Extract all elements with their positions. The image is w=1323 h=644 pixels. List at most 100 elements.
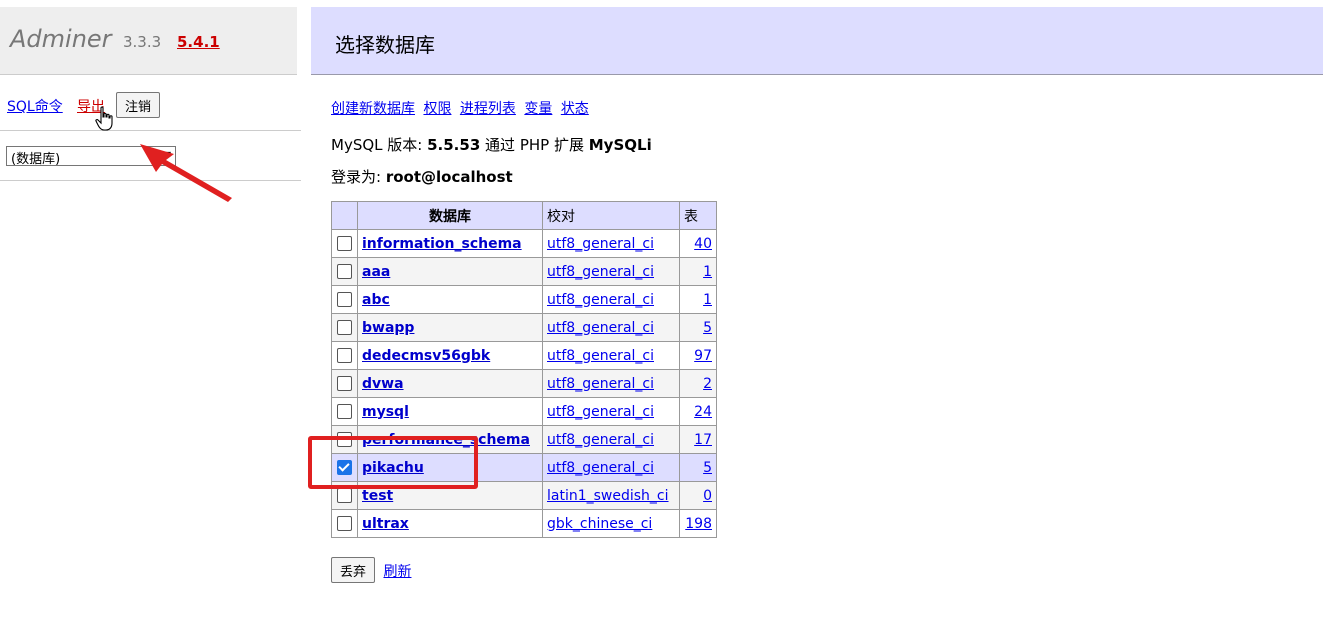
database-link[interactable]: aaa <box>362 264 390 280</box>
database-name-cell: information_schema <box>357 229 543 258</box>
row-checkbox[interactable] <box>337 264 352 279</box>
new-version-link[interactable]: 5.4.1 <box>177 33 220 51</box>
table-row: dedecmsv56gbk utf8_general_ci 97 <box>331 341 717 370</box>
database-link[interactable]: dedecmsv56gbk <box>362 348 490 364</box>
table-count-cell: 198 <box>679 509 717 538</box>
privileges-link[interactable]: 权限 <box>423 101 451 117</box>
collation-link[interactable]: utf8_general_ci <box>547 320 654 336</box>
collation-link[interactable]: utf8_general_ci <box>547 236 654 252</box>
row-checkbox[interactable] <box>337 488 352 503</box>
collation-cell: utf8_general_ci <box>542 453 680 482</box>
process-list-link[interactable]: 进程列表 <box>460 101 516 117</box>
main-content: 创建新数据库 权限 进程列表 变量 状态 MySQL 版本: 5.5.53 通过… <box>331 98 652 186</box>
login-user: root@localhost <box>385 168 513 186</box>
drop-button[interactable]: 丢弃 <box>331 557 376 583</box>
row-checkbox[interactable] <box>337 236 352 251</box>
database-name-cell: mysql <box>357 397 543 426</box>
page-header: 选择数据库 <box>311 7 1323 75</box>
table-count-link[interactable]: 5 <box>703 460 712 476</box>
select-all-header <box>331 201 358 230</box>
collation-link[interactable]: utf8_general_ci <box>547 348 654 364</box>
row-checkbox-cell <box>331 285 358 314</box>
table-count-link[interactable]: 17 <box>694 432 712 448</box>
database-name-cell: ultrax <box>357 509 543 538</box>
collation-cell: utf8_general_ci <box>542 257 680 286</box>
table-count-link[interactable]: 97 <box>694 348 712 364</box>
collation-cell: latin1_swedish_ci <box>542 481 680 510</box>
collation-link[interactable]: utf8_general_ci <box>547 264 654 280</box>
collation-cell: utf8_general_ci <box>542 313 680 342</box>
app-version: 3.3.3 <box>123 33 162 51</box>
table-row: bwapp utf8_general_ci 5 <box>331 313 717 342</box>
highlight-box <box>308 436 478 489</box>
database-name-cell: abc <box>357 285 543 314</box>
database-link[interactable]: mysql <box>362 404 409 420</box>
collation-link[interactable]: utf8_general_ci <box>547 432 654 448</box>
collation-cell: utf8_general_ci <box>542 397 680 426</box>
status-link[interactable]: 状态 <box>561 101 589 117</box>
row-checkbox-cell <box>331 397 358 426</box>
row-checkbox[interactable] <box>337 348 352 363</box>
row-checkbox[interactable] <box>337 320 352 335</box>
table-count-link[interactable]: 5 <box>703 320 712 336</box>
row-checkbox-cell <box>331 341 358 370</box>
table-count-link[interactable]: 24 <box>694 404 712 420</box>
row-checkbox[interactable] <box>337 404 352 419</box>
collation-link[interactable]: utf8_general_ci <box>547 460 654 476</box>
row-checkbox[interactable] <box>337 292 352 307</box>
table-count-cell: 17 <box>679 425 717 454</box>
database-name-cell: dedecmsv56gbk <box>357 341 543 370</box>
database-name-cell: bwapp <box>357 313 543 342</box>
collation-cell: utf8_general_ci <box>542 425 680 454</box>
table-row: mysql utf8_general_ci 24 <box>331 397 717 426</box>
sql-command-link[interactable]: SQL命令 <box>7 96 63 116</box>
table-count-cell: 24 <box>679 397 717 426</box>
refresh-link[interactable]: 刷新 <box>383 564 411 580</box>
variables-link[interactable]: 变量 <box>524 101 552 117</box>
database-link[interactable]: dvwa <box>362 376 404 392</box>
action-links: 创建新数据库 权限 进程列表 变量 状态 <box>331 98 593 118</box>
logout-button[interactable]: 注销 <box>116 92 161 118</box>
table-row: ultrax gbk_chinese_ci 198 <box>331 509 717 538</box>
table-row: dvwa utf8_general_ci 2 <box>331 369 717 398</box>
table-count-link[interactable]: 1 <box>703 264 712 280</box>
collation-link[interactable]: gbk_chinese_ci <box>547 516 652 532</box>
table-count-cell: 1 <box>679 257 717 286</box>
collation-link[interactable]: utf8_general_ci <box>547 404 654 420</box>
table-count-link[interactable]: 0 <box>703 488 712 504</box>
bottom-actions: 丢弃 刷新 <box>331 557 411 583</box>
table-count-cell: 5 <box>679 453 717 482</box>
hand-cursor-icon <box>95 106 113 131</box>
database-link[interactable]: test <box>362 488 393 504</box>
table-count-link[interactable]: 1 <box>703 292 712 308</box>
logo-bar: Adminer 3.3.3 5.4.1 <box>0 7 297 75</box>
row-checkbox[interactable] <box>337 376 352 391</box>
table-count-cell: 40 <box>679 229 717 258</box>
database-select-value: (数据库) <box>11 152 61 167</box>
row-checkbox-cell <box>331 369 358 398</box>
column-header-tables: 表 <box>679 201 717 230</box>
collation-cell: gbk_chinese_ci <box>542 509 680 538</box>
database-name-cell: aaa <box>357 257 543 286</box>
sidebar-menu: SQL命令 导出 注销 <box>0 92 301 131</box>
database-link[interactable]: abc <box>362 292 390 308</box>
create-database-link[interactable]: 创建新数据库 <box>331 101 415 117</box>
collation-link[interactable]: utf8_general_ci <box>547 376 654 392</box>
table-count-link[interactable]: 2 <box>703 376 712 392</box>
table-count-cell: 97 <box>679 341 717 370</box>
collation-cell: utf8_general_ci <box>542 285 680 314</box>
table-count-link[interactable]: 198 <box>685 516 712 532</box>
row-checkbox-cell <box>331 509 358 538</box>
table-row: information_schema utf8_general_ci 40 <box>331 229 717 258</box>
database-link[interactable]: information_schema <box>362 236 522 252</box>
database-link[interactable]: bwapp <box>362 320 414 336</box>
collation-link[interactable]: utf8_general_ci <box>547 292 654 308</box>
table-count-link[interactable]: 40 <box>694 236 712 252</box>
row-checkbox[interactable] <box>337 516 352 531</box>
table-header-row: 数据库 校对 表 <box>331 201 717 230</box>
extension-value: MySQLi <box>588 136 652 154</box>
collation-link[interactable]: latin1_swedish_ci <box>547 488 669 504</box>
table-row: abc utf8_general_ci 1 <box>331 285 717 314</box>
database-link[interactable]: ultrax <box>362 516 409 532</box>
mysql-version-value: 5.5.53 <box>427 136 481 154</box>
